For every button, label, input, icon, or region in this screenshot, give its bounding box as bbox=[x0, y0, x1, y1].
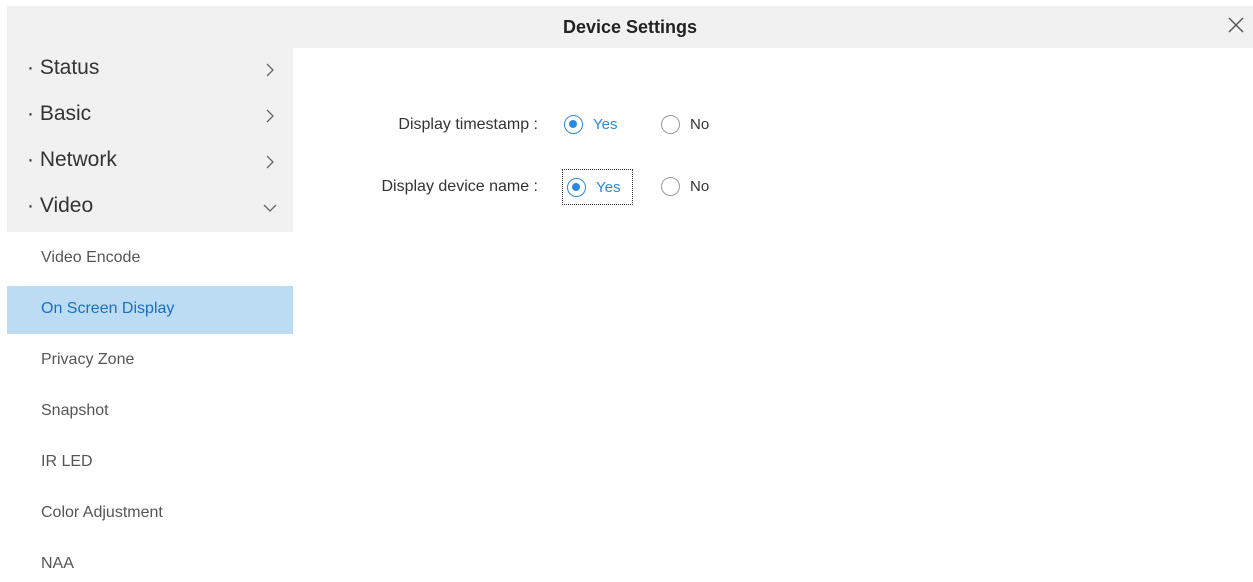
chevron-right-icon bbox=[266, 155, 274, 169]
sidebar-subitem-label: IR LED bbox=[41, 453, 93, 470]
sidebar-subitem-color-adjustment[interactable]: Color Adjustment bbox=[7, 490, 293, 538]
timestamp-label: Display timestamp : bbox=[398, 116, 538, 133]
sidebar-subitem-video-encode[interactable]: Video Encode bbox=[7, 235, 293, 283]
radio-circle bbox=[564, 115, 583, 134]
sidebar-subitem-label: Color Adjustment bbox=[41, 504, 163, 521]
chevron-down-icon bbox=[263, 204, 277, 212]
device-name-no-radio[interactable]: No bbox=[661, 177, 709, 196]
sidebar-subitem-label: On Screen Display bbox=[41, 300, 175, 317]
sidebar-subitem-on-screen-display[interactable]: On Screen Display bbox=[7, 286, 293, 334]
sidebar-subitem-ir-led[interactable]: IR LED bbox=[7, 439, 293, 487]
sidebar-item-label: · Status bbox=[27, 56, 100, 79]
timestamp-yes-radio[interactable]: Yes bbox=[564, 115, 617, 134]
timestamp-row: Display timestamp : Yes No bbox=[293, 108, 993, 142]
sidebar-item-status[interactable]: · Status bbox=[7, 48, 293, 94]
chevron-right-icon bbox=[266, 63, 274, 77]
title-bar: Device Settings bbox=[7, 6, 1253, 48]
sidebar-subitem-label: NAA bbox=[41, 555, 74, 572]
device-name-label: Display device name : bbox=[381, 178, 538, 195]
sidebar-subitem-privacy-zone[interactable]: Privacy Zone bbox=[7, 337, 293, 385]
sidebar-item-label: · Video bbox=[27, 194, 94, 217]
device-name-row: Display device name : Yes No bbox=[293, 169, 993, 205]
radio-label: Yes bbox=[596, 178, 621, 196]
chevron-right-icon bbox=[266, 109, 274, 123]
sidebar-subitem-naa[interactable]: NAA bbox=[7, 541, 293, 582]
sidebar-item-label: · Basic bbox=[27, 102, 92, 125]
window-title: Device Settings bbox=[562, 17, 698, 37]
sidebar-subitem-snapshot[interactable]: Snapshot bbox=[7, 388, 293, 436]
sidebar-item-network[interactable]: · Network bbox=[7, 140, 293, 186]
sidebar-subitem-label: Snapshot bbox=[41, 402, 109, 419]
radio-label: Yes bbox=[593, 116, 618, 133]
sidebar-item-basic[interactable]: · Basic bbox=[7, 94, 293, 140]
radio-circle bbox=[661, 115, 680, 134]
settings-panel: Display timestamp : Yes No Display devic… bbox=[293, 48, 1253, 582]
radio-circle bbox=[661, 177, 680, 196]
sidebar-item-video[interactable]: · Video bbox=[7, 186, 293, 232]
sidebar-subitem-label: Video Encode bbox=[41, 249, 141, 266]
sidebar-item-label: · Network bbox=[27, 148, 117, 171]
radio-label: No bbox=[690, 116, 710, 133]
device-name-yes-radio[interactable]: Yes bbox=[562, 169, 633, 205]
radio-circle bbox=[567, 177, 586, 197]
close-icon[interactable] bbox=[1225, 14, 1247, 36]
sidebar-subitem-label: Privacy Zone bbox=[41, 351, 135, 368]
sidebar: · Status · Basic · Network · Video Video… bbox=[7, 48, 293, 582]
radio-label: No bbox=[690, 178, 710, 195]
timestamp-no-radio[interactable]: No bbox=[661, 115, 709, 134]
